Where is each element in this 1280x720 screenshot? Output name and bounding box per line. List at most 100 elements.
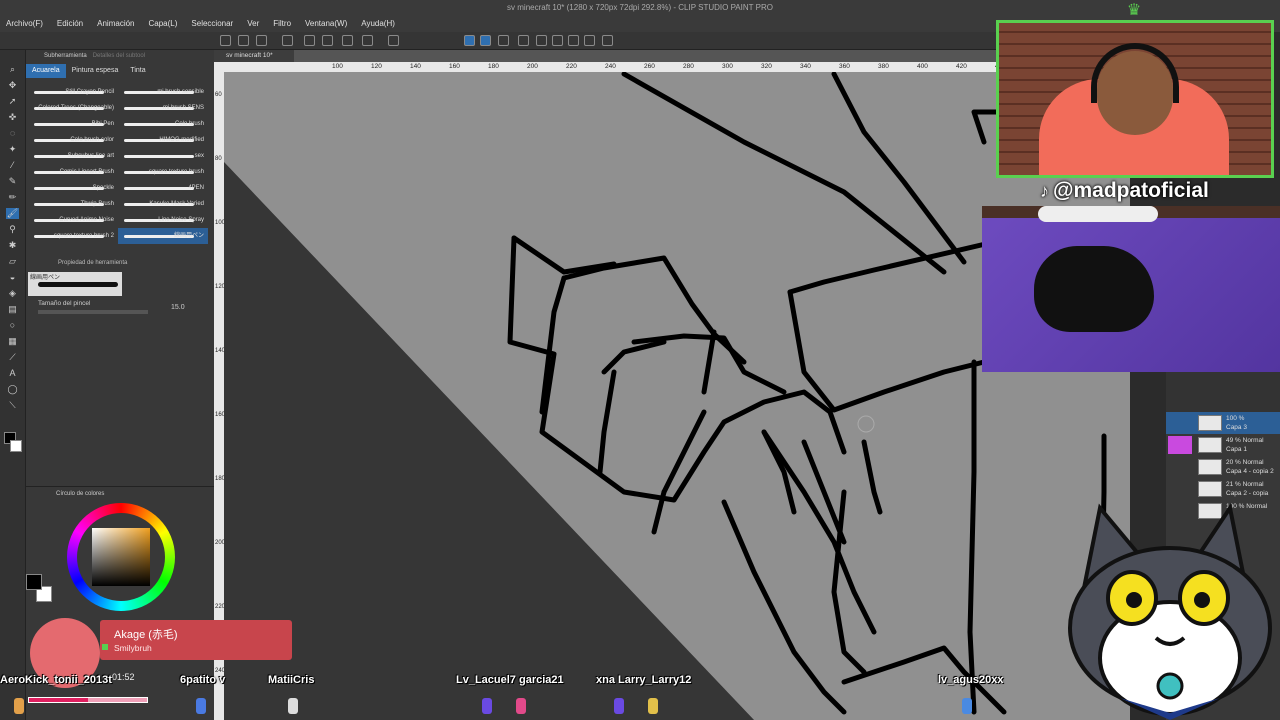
gradient-icon[interactable]: ▤	[6, 304, 19, 315]
menu-capa[interactable]: Capa(L)	[149, 16, 178, 32]
brush-item[interactable]: Bibi Pen	[28, 116, 118, 132]
open-file-icon[interactable]	[238, 35, 249, 46]
main-color-swatch[interactable]	[26, 574, 42, 590]
vtuber-cat-avatar	[1060, 498, 1280, 720]
pen-icon[interactable]: ✎	[6, 176, 19, 187]
viewer-avatar	[14, 698, 24, 714]
select-icon[interactable]	[536, 35, 547, 46]
brush-size-value[interactable]: 15.0	[171, 304, 185, 311]
brush-item[interactable]: Subcubus line art	[28, 148, 118, 164]
decoration-icon[interactable]: ✱	[6, 240, 19, 251]
transform-icon[interactable]	[518, 35, 529, 46]
flip-icon[interactable]	[584, 35, 595, 46]
panel-icon[interactable]	[602, 35, 613, 46]
menu-filtro[interactable]: Filtro	[273, 16, 291, 32]
move-icon[interactable]: ✥	[6, 80, 19, 91]
brush-item[interactable]: Colo brush color	[28, 132, 118, 148]
menu-animacion[interactable]: Animación	[97, 16, 134, 32]
clear-icon[interactable]	[362, 35, 373, 46]
brush-item[interactable]: Colored Trees (Changeable)	[28, 100, 118, 116]
menu-ventana[interactable]: Ventana(W)	[305, 16, 347, 32]
brush-item[interactable]: square texture brush 2	[28, 228, 118, 244]
invert-icon[interactable]	[568, 35, 579, 46]
brush-item[interactable]: Colo brush	[118, 116, 208, 132]
redo-icon[interactable]	[322, 35, 333, 46]
zoom-icon[interactable]: ⌕	[6, 64, 19, 75]
viewer-avatar	[648, 698, 658, 714]
pencil-icon[interactable]: ✏	[6, 192, 19, 203]
canvas-tab[interactable]: sv minecraft 10*	[214, 50, 294, 62]
ruler-icon[interactable]: ⟋	[6, 352, 19, 363]
airbrush-icon[interactable]: ⚲	[6, 224, 19, 235]
auto-select-icon[interactable]: ✦	[6, 144, 19, 155]
new-file-icon[interactable]	[220, 35, 231, 46]
ruler-tick-label: 340	[800, 63, 811, 70]
brush-item[interactable]: square texture brush	[118, 164, 208, 180]
brush-item[interactable]: 線画用ペン	[118, 228, 208, 244]
brush-label: 線画用ペン	[173, 233, 204, 239]
layer-row[interactable]: 49 % Normal Capa 1	[1166, 434, 1280, 456]
undo-icon[interactable]	[304, 35, 315, 46]
blend-icon[interactable]: ◒	[6, 272, 19, 283]
brush-item[interactable]: mi brush SENS	[118, 100, 208, 116]
frame-icon[interactable]: ▦	[6, 336, 19, 347]
snap-special-ruler-icon[interactable]	[480, 35, 491, 46]
brush-item[interactable]: Curved Anime Noise	[28, 212, 118, 228]
layer-row[interactable]: 100 % Capa 3	[1166, 412, 1280, 434]
chat-badge-icon	[102, 644, 108, 650]
tab-tinta[interactable]: Tinta	[124, 64, 151, 78]
brush-item[interactable]: HIMOG modified	[118, 132, 208, 148]
settings-icon[interactable]	[342, 35, 353, 46]
tab-pintura-espesa[interactable]: Pintura espesa	[66, 64, 125, 78]
brush-size-slider[interactable]	[38, 310, 148, 314]
brush-item[interactable]: 4PEN	[118, 180, 208, 196]
brush-label: Colo brush	[174, 121, 204, 127]
balloon-icon[interactable]: ◯	[6, 384, 19, 395]
brush-item[interactable]: Comic Lineart Brush	[28, 164, 118, 180]
layer-thumbnail	[1198, 459, 1222, 475]
lineart-drawing	[224, 72, 1130, 720]
brush-label: mi brush SENS	[162, 105, 204, 111]
correct-line-icon[interactable]: ⟍	[6, 400, 19, 411]
brush-label: sex	[194, 153, 204, 159]
ruler-tick-label: 120	[371, 63, 382, 70]
menu-edicion[interactable]: Edición	[57, 16, 83, 32]
eyedropper-icon[interactable]: ⁄	[6, 160, 19, 171]
figure-icon[interactable]: ○	[6, 320, 19, 331]
text-icon[interactable]: A	[6, 368, 19, 379]
color-square[interactable]	[92, 528, 150, 586]
drawing-canvas[interactable]	[224, 72, 1130, 720]
menu-ayuda[interactable]: Ayuda(H)	[361, 16, 395, 32]
move-layer-icon[interactable]: ✜	[6, 112, 19, 123]
subtool-detail-tab[interactable]: Detalles del subtool	[93, 50, 145, 62]
layer-row[interactable]: 21 % Normal Capa 2 - copia	[1166, 478, 1280, 500]
deselect-icon[interactable]	[552, 35, 563, 46]
operation-icon[interactable]: ➚	[6, 96, 19, 107]
brush-item[interactable]: mi brush sensible	[118, 84, 208, 100]
save-icon[interactable]	[256, 35, 267, 46]
brush-item[interactable]: Still Crayon Pencil	[28, 84, 118, 100]
layer-row[interactable]: 20 % Normal Capa 4 - copia 2	[1166, 456, 1280, 478]
color-wheel[interactable]	[67, 503, 175, 611]
fill-icon[interactable]: ◈	[6, 288, 19, 299]
sub-color-chip[interactable]	[10, 440, 22, 452]
snap-ruler-icon[interactable]	[464, 35, 475, 46]
tiktok-icon: ♪	[1040, 181, 1049, 201]
menu-ver[interactable]: Ver	[247, 16, 259, 32]
brush-item[interactable]: Speckle	[28, 180, 118, 196]
brush-item[interactable]: Thwip Brush	[28, 196, 118, 212]
ruler-tick-label: 300	[722, 63, 733, 70]
menu-archivo[interactable]: Archivo(F)	[6, 16, 43, 32]
tab-acuarela[interactable]: Acuarela	[26, 64, 66, 78]
brush-item[interactable]: Kasuke Mask Varied	[118, 196, 208, 212]
brush-item[interactable]: sex	[118, 148, 208, 164]
subtool-header-tab[interactable]: Subherramienta	[44, 50, 87, 62]
eraser-icon[interactable]: ▱	[6, 256, 19, 267]
crop-icon[interactable]	[388, 35, 399, 46]
brush-icon[interactable]: 🖌	[6, 208, 19, 219]
snap-grid-icon[interactable]	[498, 35, 509, 46]
menu-seleccionar[interactable]: Seleccionar	[191, 16, 233, 32]
export-icon[interactable]	[282, 35, 293, 46]
brush-item[interactable]: Line Noise Spray	[118, 212, 208, 228]
lasso-icon[interactable]: ◌	[6, 128, 19, 139]
